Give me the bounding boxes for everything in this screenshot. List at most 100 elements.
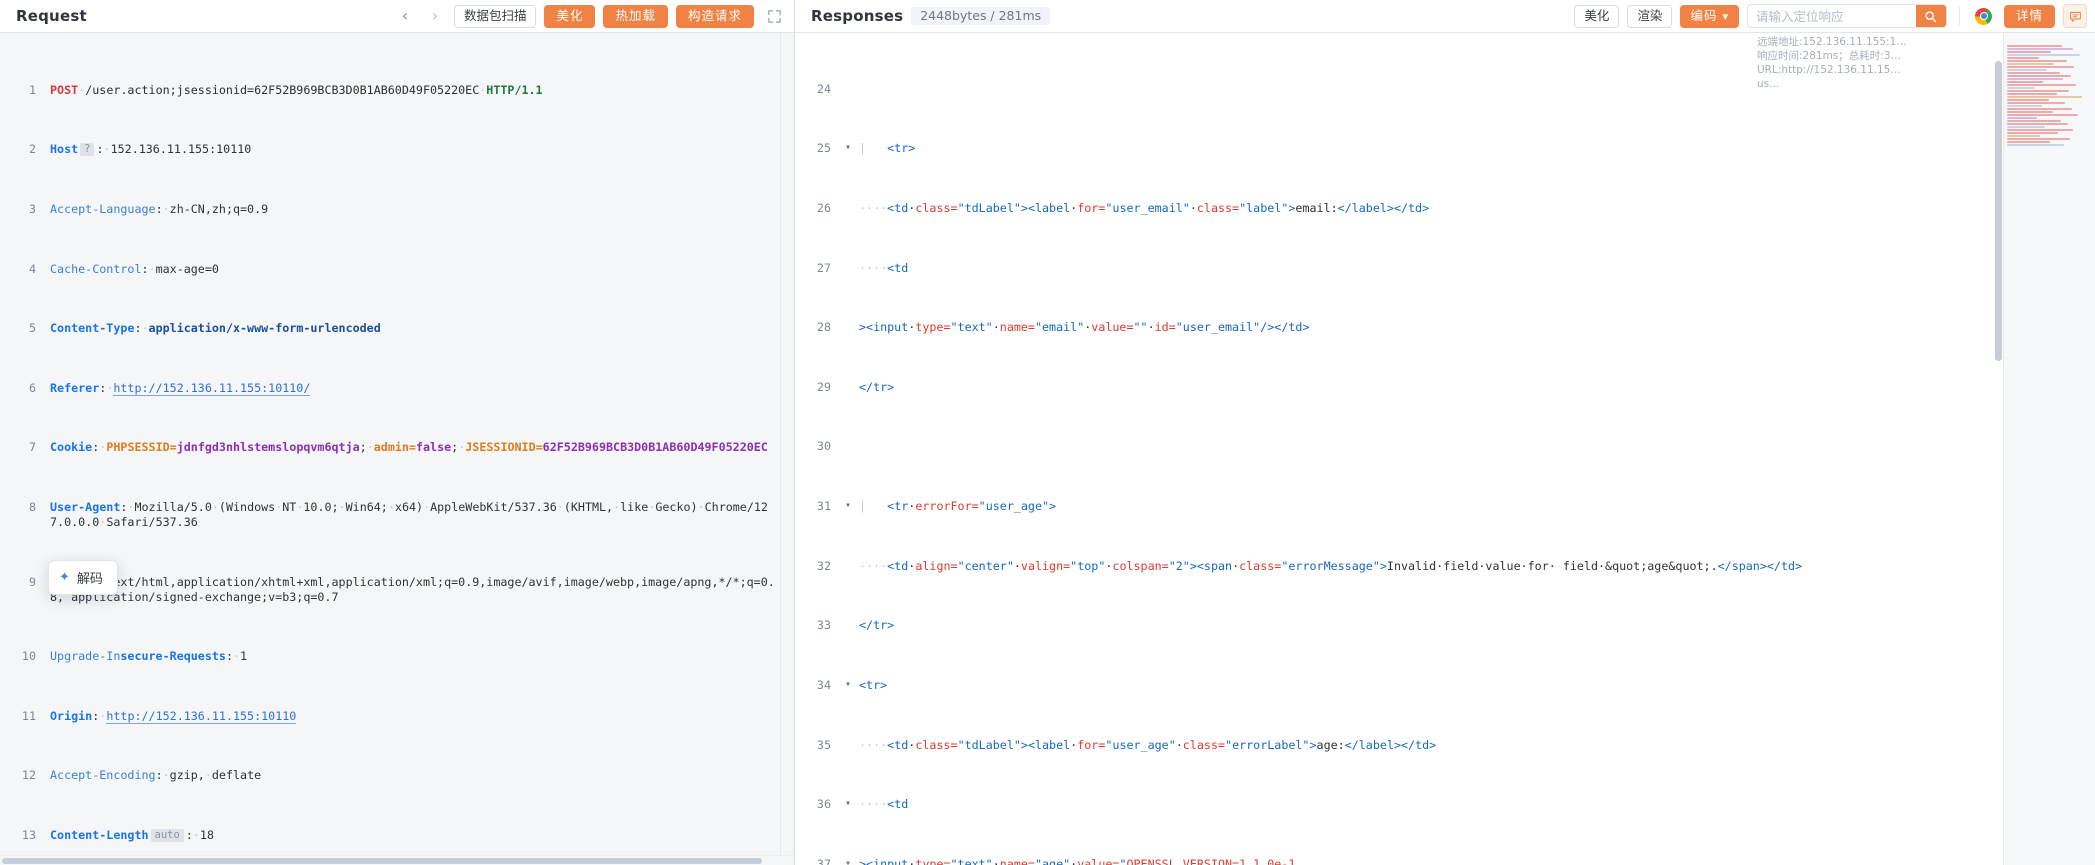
code-line: 26 ····<td·class="tdLabel"><label·for="u… <box>795 201 2003 216</box>
line-content: ><input·type="text"·name="email"·value="… <box>859 320 1310 335</box>
response-search-box[interactable] <box>1746 4 1947 28</box>
comment-icon[interactable] <box>2063 4 2087 28</box>
fullscreen-icon[interactable] <box>762 4 786 28</box>
fold-toggle[interactable]: ▾ <box>841 678 855 693</box>
code-line: 7 Cookie:·PHPSESSID=jdnfgd3nhlstemslopqv… <box>0 440 780 455</box>
line-number: 6 <box>28 380 36 395</box>
code-line: 13 Content-Length auto:·18 <box>0 828 780 843</box>
chevron-down-icon: ▾ <box>1722 9 1729 23</box>
decode-popup[interactable]: ✦ 解码 <box>48 560 118 595</box>
chrome-icon[interactable] <box>1972 4 1996 28</box>
decode-label: 解码 <box>76 572 103 587</box>
line-content: ····<td <box>859 260 909 275</box>
line-content: Content-Type:·application/x-www-form-url… <box>50 321 381 336</box>
line-content: POST·/user.action;jsessionid=62F52B969BC… <box>50 82 543 97</box>
response-vscroll-thumb[interactable] <box>1995 61 2002 361</box>
code-line: 4 Cache-Control:·max-age=0 <box>0 262 780 277</box>
line-content: Cache-Control:·max-age=0 <box>50 261 219 276</box>
fold-toggle[interactable]: ▾ <box>841 797 855 812</box>
code-line: 11 Origin:·http://152.136.11.155:10110 <box>0 708 780 724</box>
line-number: 1 <box>28 82 36 97</box>
request-code-scroll[interactable]: 1 POST·/user.action;jsessionid=62F52B969… <box>0 33 780 855</box>
info-line: 响应时间:281ms；总耗时:327ms; <box>1757 50 1907 62</box>
code-line: 31 ▾ | <tr·errorFor="user_age"> <box>795 499 2003 514</box>
line-number: 37 <box>816 856 831 865</box>
next-packet-button[interactable]: › <box>424 5 446 27</box>
prev-packet-button[interactable]: ‹ <box>394 5 416 27</box>
line-number: 28 <box>816 320 831 335</box>
fold-toggle[interactable]: ▾ <box>841 857 855 865</box>
line-number: 8 <box>28 500 36 515</box>
line-content: <tr> <box>859 677 888 692</box>
fold-toggle[interactable]: ▾ <box>841 499 855 514</box>
encode-dropdown-button[interactable]: 编码 ▾ <box>1680 4 1739 28</box>
code-line: 36 ▾ ····<td <box>795 797 2003 812</box>
line-number: 5 <box>28 321 36 336</box>
code-line: 3 Accept-Language:·zh-CN,zh;q=0.9 <box>0 202 780 217</box>
line-number: 34 <box>816 677 831 692</box>
line-content: </tr> <box>859 379 895 394</box>
origin-link[interactable]: http://152.136.11.155:10110 <box>106 708 297 724</box>
referer-link[interactable]: http://152.136.11.155:10110/ <box>113 380 311 396</box>
detail-button[interactable]: 详情 <box>2003 4 2055 28</box>
response-toolbar: Responses 2448bytes / 281ms 美化 渲染 编码 ▾ 请… <box>795 0 2095 33</box>
line-number: 35 <box>816 737 831 752</box>
code-line: 25 ▾ | <tr> <box>795 141 2003 156</box>
line-number: 26 <box>816 200 831 215</box>
response-pane: Responses 2448bytes / 281ms 美化 渲染 编码 ▾ 请… <box>48 0 2095 865</box>
line-content: ····<td·align="center"·valign="top"·cols… <box>859 558 1803 573</box>
response-body-wrap: 远端地址:152.136.11.155:10110; 响应时间:281ms；总耗… <box>795 33 2095 865</box>
render-response-button[interactable]: 渲染 <box>1627 4 1673 28</box>
request-code-area[interactable]: 1 POST·/user.action;jsessionid=62F52B969… <box>0 33 794 855</box>
line-number: 27 <box>816 260 831 275</box>
search-icon[interactable] <box>1915 5 1946 27</box>
line-number: 10 <box>21 649 36 664</box>
line-content: ····<td <box>859 797 909 812</box>
request-hscrollbar[interactable] <box>0 855 794 865</box>
response-minimap[interactable] <box>2003 33 2095 865</box>
line-content: | <tr·errorFor="user_age"> <box>859 499 1057 514</box>
line-content: ····<td·class="tdLabel"><label·for="user… <box>859 737 1437 752</box>
request-code: 1 POST·/user.action;jsessionid=62F52B969… <box>0 33 780 855</box>
minimap-label <box>2004 33 2095 44</box>
line-content: Referer:·http://152.136.11.155:10110/ <box>50 380 311 396</box>
beautify-response-button[interactable]: 美化 <box>1574 4 1620 28</box>
line-content: Accept-Language:·zh-CN,zh;q=0.9 <box>50 201 269 216</box>
response-vscrollbar[interactable] <box>1994 33 2003 865</box>
fold-toggle[interactable]: ▾ <box>841 141 855 156</box>
code-line: 35 ····<td·class="tdLabel"><label·for="u… <box>795 738 2003 753</box>
line-content: | <tr> <box>859 141 916 156</box>
line-number: 25 <box>816 141 831 156</box>
code-line: 33 </tr> <box>795 618 2003 633</box>
response-info-overlay: 远端地址:152.136.11.155:10110; 响应时间:281ms；总耗… <box>1757 35 1907 91</box>
code-line: 34 ▾ <tr> <box>795 678 2003 693</box>
line-content <box>855 439 2003 454</box>
hot-reload-button[interactable]: 热加载 <box>603 4 668 28</box>
info-line: URL:http://152.136.11.155:10110/ <box>1757 64 1907 76</box>
code-line: 30 <box>795 439 2003 454</box>
packet-scan-button[interactable]: 数据包扫描 <box>453 4 537 28</box>
line-number: 12 <box>21 768 36 783</box>
code-line: 6 Referer:·http://152.136.11.155:10110/ <box>0 380 780 396</box>
code-line: 12 Accept-Encoding:·gzip,·deflate <box>0 768 780 783</box>
response-code-scroll[interactable]: 远端地址:152.136.11.155:10110; 响应时间:281ms；总耗… <box>795 33 2003 865</box>
toolbar-divider <box>1958 7 1960 25</box>
line-content: User-Agent:·Mozilla/5.0·(Windows·NT·10.0… <box>50 500 768 529</box>
sparkle-icon: ✦ <box>59 570 70 585</box>
response-search-input[interactable] <box>1747 5 1916 27</box>
code-line: 27 ····<td <box>795 261 2003 276</box>
line-content: ><input·type="text"·name="age"·value="OP… <box>859 856 1296 865</box>
line-number: 4 <box>28 261 36 276</box>
construct-request-button[interactable]: 构造请求 <box>675 4 754 28</box>
response-size-chip: 2448bytes / 281ms <box>911 6 1051 26</box>
code-line: 29 </tr> <box>795 380 2003 395</box>
host-badge: ? <box>80 143 95 157</box>
beautify-request-button[interactable]: 美化 <box>544 4 596 28</box>
line-number: 32 <box>816 558 831 573</box>
info-line: us... <box>1757 78 1780 90</box>
request-hscroll-thumb[interactable] <box>2 858 762 864</box>
line-number: 3 <box>28 201 36 216</box>
line-number: 2 <box>28 142 36 157</box>
packet-inspector-app: Request ‹ › 数据包扫描 美化 热加载 构造请求 1 POST·/us… <box>0 0 2095 865</box>
line-number: 13 <box>21 828 36 843</box>
